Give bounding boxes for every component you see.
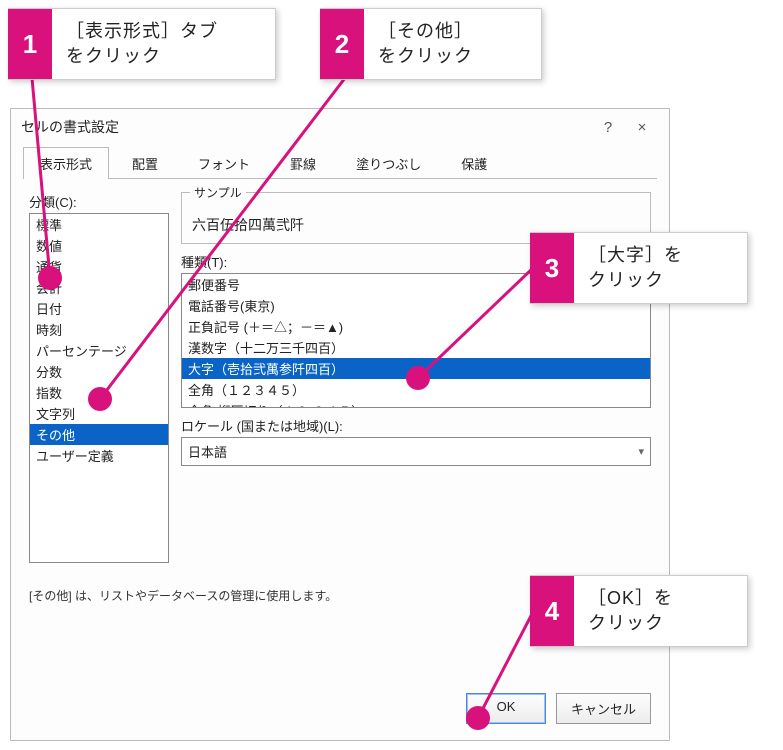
list-item[interactable]: 全角（１２３４５） xyxy=(182,379,650,400)
help-icon[interactable]: ? xyxy=(591,119,625,136)
list-item[interactable]: 時刻 xyxy=(30,319,168,340)
category-label: 分類(C): xyxy=(29,192,169,211)
list-item[interactable]: ユーザー定義 xyxy=(30,445,168,466)
locale-value: 日本語 xyxy=(188,442,227,461)
close-icon[interactable]: × xyxy=(625,119,659,136)
list-item[interactable]: 全角 桁区切り（１２,３４５） xyxy=(182,400,650,408)
callout-number: 3 xyxy=(530,233,574,303)
tab-font[interactable]: フォント xyxy=(181,147,267,179)
tab-strip: 表示形式 配置 フォント 罫線 塗りつぶし 保護 xyxy=(11,143,669,179)
callout-number: 1 xyxy=(8,9,52,79)
sample-label: サンプル xyxy=(190,184,246,201)
list-item[interactable]: 標準 xyxy=(30,214,168,235)
locale-select[interactable]: 日本語 ▾ xyxy=(181,437,651,466)
callout-number: 2 xyxy=(320,9,364,79)
list-item[interactable]: 正負記号 (＋＝△；－＝▲) xyxy=(182,316,650,337)
locale-label: ロケール (国または地域)(L): xyxy=(181,416,651,435)
ok-button[interactable]: OK xyxy=(466,693,546,724)
callout-text: ［その他］ をクリック xyxy=(364,9,491,79)
list-item[interactable]: 日付 xyxy=(30,298,168,319)
callout-text: ［OK］を クリック xyxy=(574,576,691,646)
list-item[interactable]: 分数 xyxy=(30,361,168,382)
list-item[interactable]: 漢数字（十二万三千四百） xyxy=(182,337,650,358)
list-item[interactable]: 指数 xyxy=(30,382,168,403)
titlebar: セルの書式設定 ? × xyxy=(11,109,669,143)
tab-number-format[interactable]: 表示形式 xyxy=(23,147,109,179)
callout-number: 4 xyxy=(530,576,574,646)
tab-border[interactable]: 罫線 xyxy=(273,147,333,179)
dialog-buttons: OK キャンセル xyxy=(11,679,669,740)
category-listbox[interactable]: 標準 数値 通貨 会計 日付 時刻 パーセンテージ 分数 指数 文字列 その他 … xyxy=(29,213,169,563)
tab-fill[interactable]: 塗りつぶし xyxy=(339,147,438,179)
tab-protection[interactable]: 保護 xyxy=(444,147,504,179)
cancel-button[interactable]: キャンセル xyxy=(556,693,651,724)
list-item[interactable]: 数値 xyxy=(30,235,168,256)
tab-alignment[interactable]: 配置 xyxy=(115,147,175,179)
chevron-down-icon: ▾ xyxy=(638,445,644,458)
dialog-title: セルの書式設定 xyxy=(21,117,591,137)
list-item[interactable]: パーセンテージ xyxy=(30,340,168,361)
list-item[interactable]: 通貨 xyxy=(30,256,168,277)
callout-text: ［表示形式］タブ をクリック xyxy=(52,9,236,79)
list-item[interactable]: 文字列 xyxy=(30,403,168,424)
list-item[interactable]: 会計 xyxy=(30,277,168,298)
list-item-selected[interactable]: 大字（壱拾弐萬参阡四百） xyxy=(182,358,650,379)
callout-text: ［大字］を クリック xyxy=(574,233,701,303)
list-item-selected[interactable]: その他 xyxy=(30,424,168,445)
